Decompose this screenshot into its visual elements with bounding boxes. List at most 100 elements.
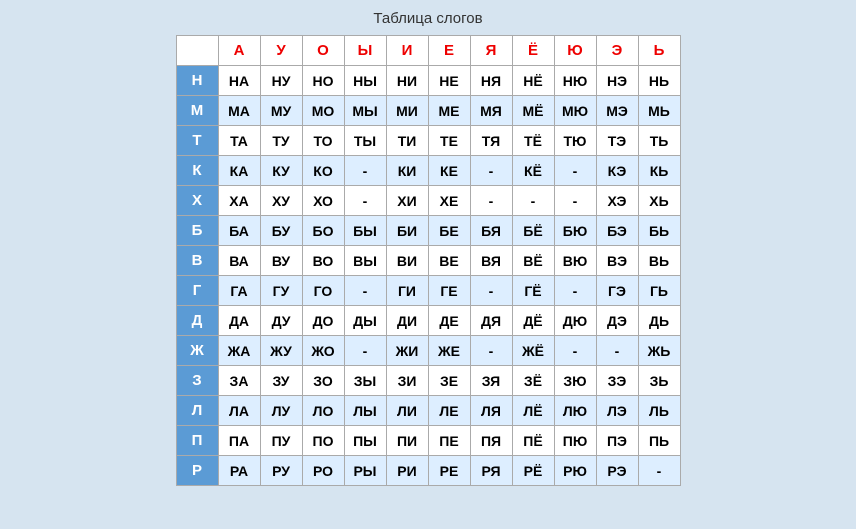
cell-Х-3: - (344, 186, 386, 216)
cell-К-0: КА (218, 156, 260, 186)
cell-Г-9: ГЭ (596, 276, 638, 306)
cell-Р-4: РИ (386, 456, 428, 486)
syllable-table-container: АУОЫИЕЯЁЮЭЬННАНУНОНЫНИНЕНЯНЁНЮНЭНЬММАМУМ… (176, 35, 681, 486)
cell-Ж-4: ЖИ (386, 336, 428, 366)
cell-Р-10: - (638, 456, 680, 486)
table-row: ХХАХУХО-ХИХЕ---ХЭХЬ (176, 186, 680, 216)
header-vowel-Э: Э (596, 36, 638, 66)
table-row: ББАБУБОБЫБИБЕБЯБЁБЮБЭБЬ (176, 216, 680, 246)
cell-М-9: МЭ (596, 96, 638, 126)
cell-Т-3: ТЫ (344, 126, 386, 156)
cell-З-4: ЗИ (386, 366, 428, 396)
row-label-Г: Г (176, 276, 218, 306)
cell-Х-1: ХУ (260, 186, 302, 216)
cell-Т-6: ТЯ (470, 126, 512, 156)
cell-Н-5: НЕ (428, 66, 470, 96)
cell-Т-9: ТЭ (596, 126, 638, 156)
cell-Б-0: БА (218, 216, 260, 246)
cell-Р-2: РО (302, 456, 344, 486)
cell-В-10: ВЬ (638, 246, 680, 276)
cell-Ж-6: - (470, 336, 512, 366)
header-vowel-О: О (302, 36, 344, 66)
cell-Л-4: ЛИ (386, 396, 428, 426)
cell-К-9: КЭ (596, 156, 638, 186)
table-row: ВВАВУВОВЫВИВЕВЯВЁВЮВЭВЬ (176, 246, 680, 276)
cell-Ж-8: - (554, 336, 596, 366)
cell-З-1: ЗУ (260, 366, 302, 396)
cell-В-5: ВЕ (428, 246, 470, 276)
cell-К-10: КЬ (638, 156, 680, 186)
cell-П-7: ПЁ (512, 426, 554, 456)
cell-Н-9: НЭ (596, 66, 638, 96)
header-vowel-Ё: Ё (512, 36, 554, 66)
cell-Т-1: ТУ (260, 126, 302, 156)
header-vowel-А: А (218, 36, 260, 66)
row-label-Б: Б (176, 216, 218, 246)
cell-Л-8: ЛЮ (554, 396, 596, 426)
cell-Н-3: НЫ (344, 66, 386, 96)
table-row: ТТАТУТОТЫТИТЕТЯТЁТЮТЭТЬ (176, 126, 680, 156)
header-vowel-Ь: Ь (638, 36, 680, 66)
cell-Х-4: ХИ (386, 186, 428, 216)
cell-Б-7: БЁ (512, 216, 554, 246)
cell-Н-4: НИ (386, 66, 428, 96)
cell-Р-7: РЁ (512, 456, 554, 486)
cell-М-0: МА (218, 96, 260, 126)
cell-Т-0: ТА (218, 126, 260, 156)
row-label-К: К (176, 156, 218, 186)
cell-Ж-7: ЖЁ (512, 336, 554, 366)
cell-В-2: ВО (302, 246, 344, 276)
cell-К-6: - (470, 156, 512, 186)
table-row: ЗЗАЗУЗОЗЫЗИЗЕЗЯЗЁЗЮЗЭЗЬ (176, 366, 680, 396)
cell-П-4: ПИ (386, 426, 428, 456)
cell-З-9: ЗЭ (596, 366, 638, 396)
cell-Л-7: ЛЁ (512, 396, 554, 426)
table-row: ДДАДУДОДЫДИДЕДЯДЁДЮДЭДЬ (176, 306, 680, 336)
cell-Б-8: БЮ (554, 216, 596, 246)
cell-К-8: - (554, 156, 596, 186)
cell-М-1: МУ (260, 96, 302, 126)
cell-Г-0: ГА (218, 276, 260, 306)
cell-Н-0: НА (218, 66, 260, 96)
row-label-М: М (176, 96, 218, 126)
cell-В-1: ВУ (260, 246, 302, 276)
cell-Р-6: РЯ (470, 456, 512, 486)
cell-Ж-10: ЖЬ (638, 336, 680, 366)
cell-К-5: КЕ (428, 156, 470, 186)
row-label-Л: Л (176, 396, 218, 426)
cell-Х-9: ХЭ (596, 186, 638, 216)
cell-В-3: ВЫ (344, 246, 386, 276)
row-label-З: З (176, 366, 218, 396)
cell-Д-5: ДЕ (428, 306, 470, 336)
cell-З-0: ЗА (218, 366, 260, 396)
cell-Т-10: ТЬ (638, 126, 680, 156)
cell-Т-5: ТЕ (428, 126, 470, 156)
cell-П-0: ПА (218, 426, 260, 456)
cell-Б-5: БЕ (428, 216, 470, 246)
cell-Л-9: ЛЭ (596, 396, 638, 426)
table-row: ЖЖАЖУЖО-ЖИЖЕ-ЖЁ--ЖЬ (176, 336, 680, 366)
cell-Р-1: РУ (260, 456, 302, 486)
cell-В-8: ВЮ (554, 246, 596, 276)
cell-Г-1: ГУ (260, 276, 302, 306)
cell-Д-9: ДЭ (596, 306, 638, 336)
table-row: ГГАГУГО-ГИГЕ-ГЁ-ГЭГЬ (176, 276, 680, 306)
row-label-Р: Р (176, 456, 218, 486)
cell-Ж-5: ЖЕ (428, 336, 470, 366)
cell-Г-10: ГЬ (638, 276, 680, 306)
cell-Ж-3: - (344, 336, 386, 366)
cell-М-7: МЁ (512, 96, 554, 126)
cell-Д-0: ДА (218, 306, 260, 336)
table-row: ППАПУПОПЫПИПЕПЯПЁПЮПЭПЬ (176, 426, 680, 456)
cell-П-10: ПЬ (638, 426, 680, 456)
cell-Т-8: ТЮ (554, 126, 596, 156)
cell-Л-3: ЛЫ (344, 396, 386, 426)
cell-З-7: ЗЁ (512, 366, 554, 396)
cell-Б-4: БИ (386, 216, 428, 246)
cell-П-1: ПУ (260, 426, 302, 456)
cell-М-8: МЮ (554, 96, 596, 126)
row-label-Ж: Ж (176, 336, 218, 366)
cell-Х-7: - (512, 186, 554, 216)
cell-М-3: МЫ (344, 96, 386, 126)
cell-Ж-9: - (596, 336, 638, 366)
